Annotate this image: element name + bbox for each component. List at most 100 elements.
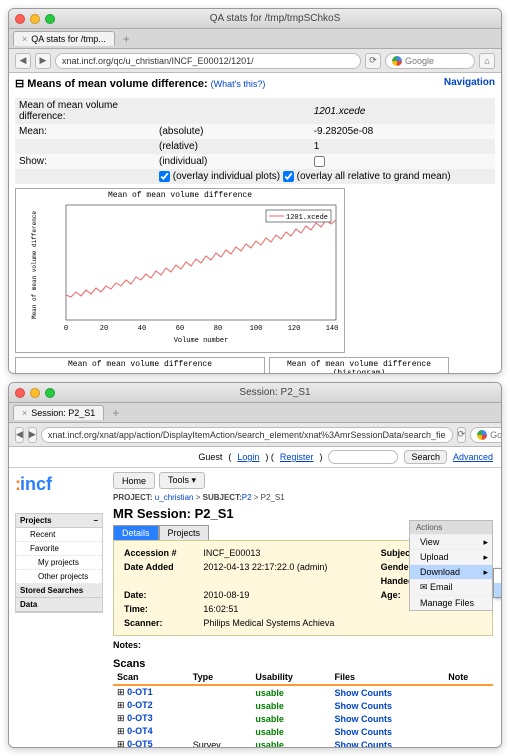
- crumb-project-link[interactable]: u_christian: [155, 493, 194, 502]
- histogram-plot: Mean of mean volume difference (histogra…: [269, 357, 449, 373]
- url-input[interactable]: xnat.incf.org/xnat/app/action/DisplayIte…: [41, 427, 453, 443]
- forward-button[interactable]: ▶: [28, 427, 37, 443]
- tab-title: Session: P2_S1: [31, 408, 95, 418]
- table-row: ⊞ 0-OT2usableShow Counts: [113, 699, 493, 712]
- table-row: ⊞ 0-OT4usableShow Counts: [113, 725, 493, 738]
- sidebar-item-otherprojects[interactable]: Other projects: [16, 570, 102, 584]
- site-search-input[interactable]: [328, 450, 398, 464]
- table-row: ⊞ 0-OT5SurveyusableShow Counts: [113, 738, 493, 747]
- svg-text:Volume number: Volume number: [174, 337, 229, 345]
- titlebar: QA stats for /tmp/tmpSChkoS: [9, 9, 501, 29]
- qa-stats-window: QA stats for /tmp/tmpSChkoS × QA stats f…: [8, 8, 502, 374]
- zoom-window-button[interactable]: [45, 388, 55, 398]
- collapse-icon[interactable]: ⊟: [15, 78, 24, 90]
- action-download[interactable]: Download▸: [410, 564, 492, 579]
- scans-heading: Scans: [113, 658, 493, 670]
- table-row: ⊞ 0-OT3usableShow Counts: [113, 712, 493, 725]
- svg-text:1201.xcede: 1201.xcede: [286, 214, 328, 222]
- crumb-subject-link[interactable]: P2: [242, 493, 252, 502]
- advanced-search-link[interactable]: Advanced: [453, 452, 493, 462]
- svg-text:20: 20: [100, 325, 108, 333]
- action-email[interactable]: ✉ Email: [410, 579, 492, 595]
- browser-tab[interactable]: × Session: P2_S1: [13, 405, 104, 420]
- overlay-grand-mean-checkbox[interactable]: [283, 171, 294, 182]
- close-tab-icon[interactable]: ×: [22, 408, 27, 418]
- site-topbar: Guest (Login) (Register) Search Advanced: [9, 447, 501, 468]
- browser-tabbar: × Session: P2_S1 +: [9, 403, 501, 423]
- scans-table: Scan Type Usability Files Note ⊞ 0-OT1us…: [113, 670, 493, 747]
- action-manage-files[interactable]: Manage Files: [410, 595, 492, 610]
- tab-projects[interactable]: Projects: [159, 525, 210, 540]
- search-input[interactable]: Google: [385, 53, 475, 69]
- close-window-button[interactable]: [15, 388, 25, 398]
- new-tab-button[interactable]: +: [117, 32, 136, 46]
- expand-icon[interactable]: ⊞: [117, 726, 125, 736]
- show-counts-link[interactable]: Show Counts: [334, 727, 392, 737]
- expand-icon[interactable]: ⊞: [117, 713, 125, 723]
- svg-text:40: 40: [138, 325, 146, 333]
- svg-text:0: 0: [64, 325, 68, 333]
- browser-toolbar: ◀ ▶ xnat.incf.org/qc/u_christian/INCF_E0…: [9, 49, 501, 73]
- search-button[interactable]: Search: [404, 450, 447, 464]
- svg-text:60: 60: [176, 325, 184, 333]
- show-counts-link[interactable]: Show Counts: [334, 714, 392, 724]
- minimize-window-button[interactable]: [30, 388, 40, 398]
- actions-menu: Actions View▸ Upload▸ Download▸ ✉ Email …: [409, 520, 493, 611]
- sidebar-item-myprojects[interactable]: My projects: [16, 556, 102, 570]
- home-menu[interactable]: Home: [113, 472, 155, 489]
- expand-icon[interactable]: ⊞: [117, 687, 125, 697]
- summary-table: Mean of mean volume difference:1201.xced…: [15, 98, 495, 184]
- main-line-plot: Mean of mean volume difference 0 20 40 6…: [15, 188, 345, 353]
- google-icon: [392, 56, 402, 66]
- new-tab-button[interactable]: +: [106, 406, 125, 420]
- tools-menu[interactable]: Tools ▾: [159, 472, 205, 489]
- search-input[interactable]: Google: [470, 427, 502, 443]
- login-link[interactable]: Login: [237, 452, 259, 462]
- sidebar-item-recent[interactable]: Recent: [16, 528, 102, 542]
- reload-button[interactable]: ⟳: [457, 427, 467, 443]
- breadcrumb: PROJECT: u_christian > SUBJECT:P2 > P2_S…: [113, 493, 493, 502]
- register-link[interactable]: Register: [280, 452, 314, 462]
- sidebar-item-favorite[interactable]: Favorite: [16, 542, 102, 556]
- svg-text:140: 140: [326, 325, 339, 333]
- browser-tabbar: × QA stats for /tmp... +: [9, 29, 501, 49]
- sidebar-item-stored[interactable]: Stored Searches: [20, 586, 83, 595]
- line-chart-svg: 0 20 40 60 80 100 120 140 Volume number …: [16, 200, 346, 345]
- close-window-button[interactable]: [15, 14, 25, 24]
- show-counts-link[interactable]: Show Counts: [334, 740, 392, 748]
- individual-checkbox[interactable]: [314, 156, 325, 167]
- back-button[interactable]: ◀: [15, 427, 24, 443]
- svg-text:120: 120: [288, 325, 301, 333]
- show-counts-link[interactable]: Show Counts: [334, 701, 392, 711]
- expand-icon[interactable]: ⊞: [117, 739, 125, 747]
- action-upload[interactable]: Upload▸: [410, 549, 492, 564]
- minimize-window-button[interactable]: [30, 14, 40, 24]
- sidebar-item-data[interactable]: Data: [20, 600, 37, 609]
- collapse-icon[interactable]: −: [93, 516, 98, 525]
- forward-button[interactable]: ▶: [35, 53, 51, 69]
- expand-icon[interactable]: ⊞: [117, 700, 125, 710]
- svg-text:100: 100: [250, 325, 263, 333]
- show-counts-link[interactable]: Show Counts: [334, 688, 392, 698]
- projects-panel: Projects− Recent Favorite My projects Ot…: [15, 513, 103, 613]
- home-button[interactable]: ⌂: [479, 53, 495, 69]
- svg-text:80: 80: [214, 325, 222, 333]
- overlay-individual-checkbox[interactable]: [159, 171, 170, 182]
- svg-text:Mean of mean volume difference: Mean of mean volume difference: [31, 211, 38, 319]
- back-button[interactable]: ◀: [15, 53, 31, 69]
- download-images[interactable]: ⬇Download Images: [494, 583, 501, 597]
- url-input[interactable]: xnat.incf.org/qc/u_christian/INCF_E00012…: [55, 53, 361, 69]
- zoom-window-button[interactable]: [45, 14, 55, 24]
- download-xml[interactable]: ▣Download XML: [494, 569, 501, 583]
- page-title: MR Session: P2_S1: [113, 506, 493, 521]
- tab-title: QA stats for /tmp...: [31, 34, 106, 44]
- close-tab-icon[interactable]: ×: [22, 34, 27, 44]
- whats-this-link[interactable]: (What's this?): [211, 79, 266, 89]
- tab-details[interactable]: Details: [113, 525, 159, 540]
- action-view[interactable]: View▸: [410, 534, 492, 549]
- navigation-link[interactable]: Navigation: [444, 77, 495, 88]
- browser-tab[interactable]: × QA stats for /tmp...: [13, 31, 115, 46]
- section-title: ⊟ Means of mean volume difference: (What…: [15, 77, 265, 90]
- notes-label: Notes:: [113, 640, 493, 650]
- reload-button[interactable]: ⟳: [365, 53, 381, 69]
